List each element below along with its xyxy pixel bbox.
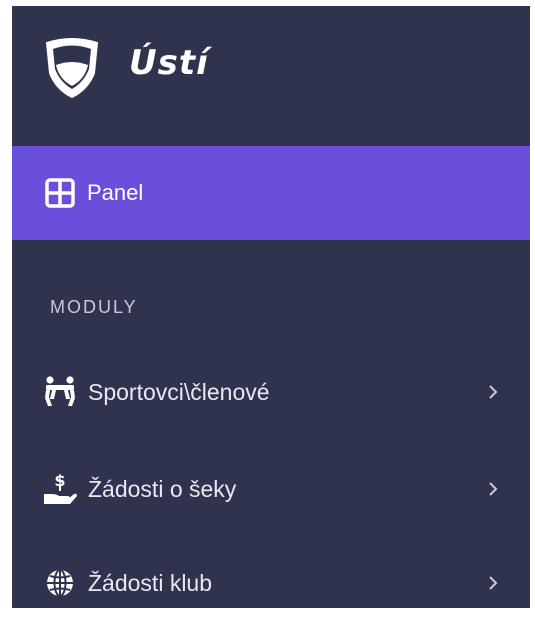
nav-item-panel[interactable]: Panel [12, 146, 530, 240]
grid-icon [42, 175, 78, 211]
globe-icon [40, 563, 80, 603]
shield-logo-icon [38, 33, 106, 101]
brand-name: Ústí [129, 43, 209, 83]
hand-dollar-icon: $ [40, 469, 80, 509]
menu-item-zadosti-klub-label: Žádosti klub [88, 569, 213, 596]
people-icon [40, 372, 80, 412]
chevron-right-icon [480, 379, 506, 405]
brand-header[interactable]: Ústí [12, 6, 530, 146]
chevron-right-icon [480, 476, 506, 502]
menu-item-sportovci[interactable]: Sportovci\členové [12, 362, 530, 422]
nav-item-panel-label: Panel [87, 180, 144, 205]
section-title-moduly: MODULY [50, 297, 138, 317]
sidebar: Ústí Panel MODULY Sportovci\členové $ Žá… [12, 6, 530, 608]
menu-item-zadosti-klub[interactable]: Žádosti klub [12, 553, 530, 608]
menu-item-sportovci-label: Sportovci\členové [88, 378, 270, 405]
menu-item-zadosti-o-seky[interactable]: $ Žádosti o šeky [12, 459, 530, 519]
chevron-right-icon [480, 570, 506, 596]
menu-item-zadosti-o-seky-label: Žádosti o šeky [88, 475, 237, 502]
